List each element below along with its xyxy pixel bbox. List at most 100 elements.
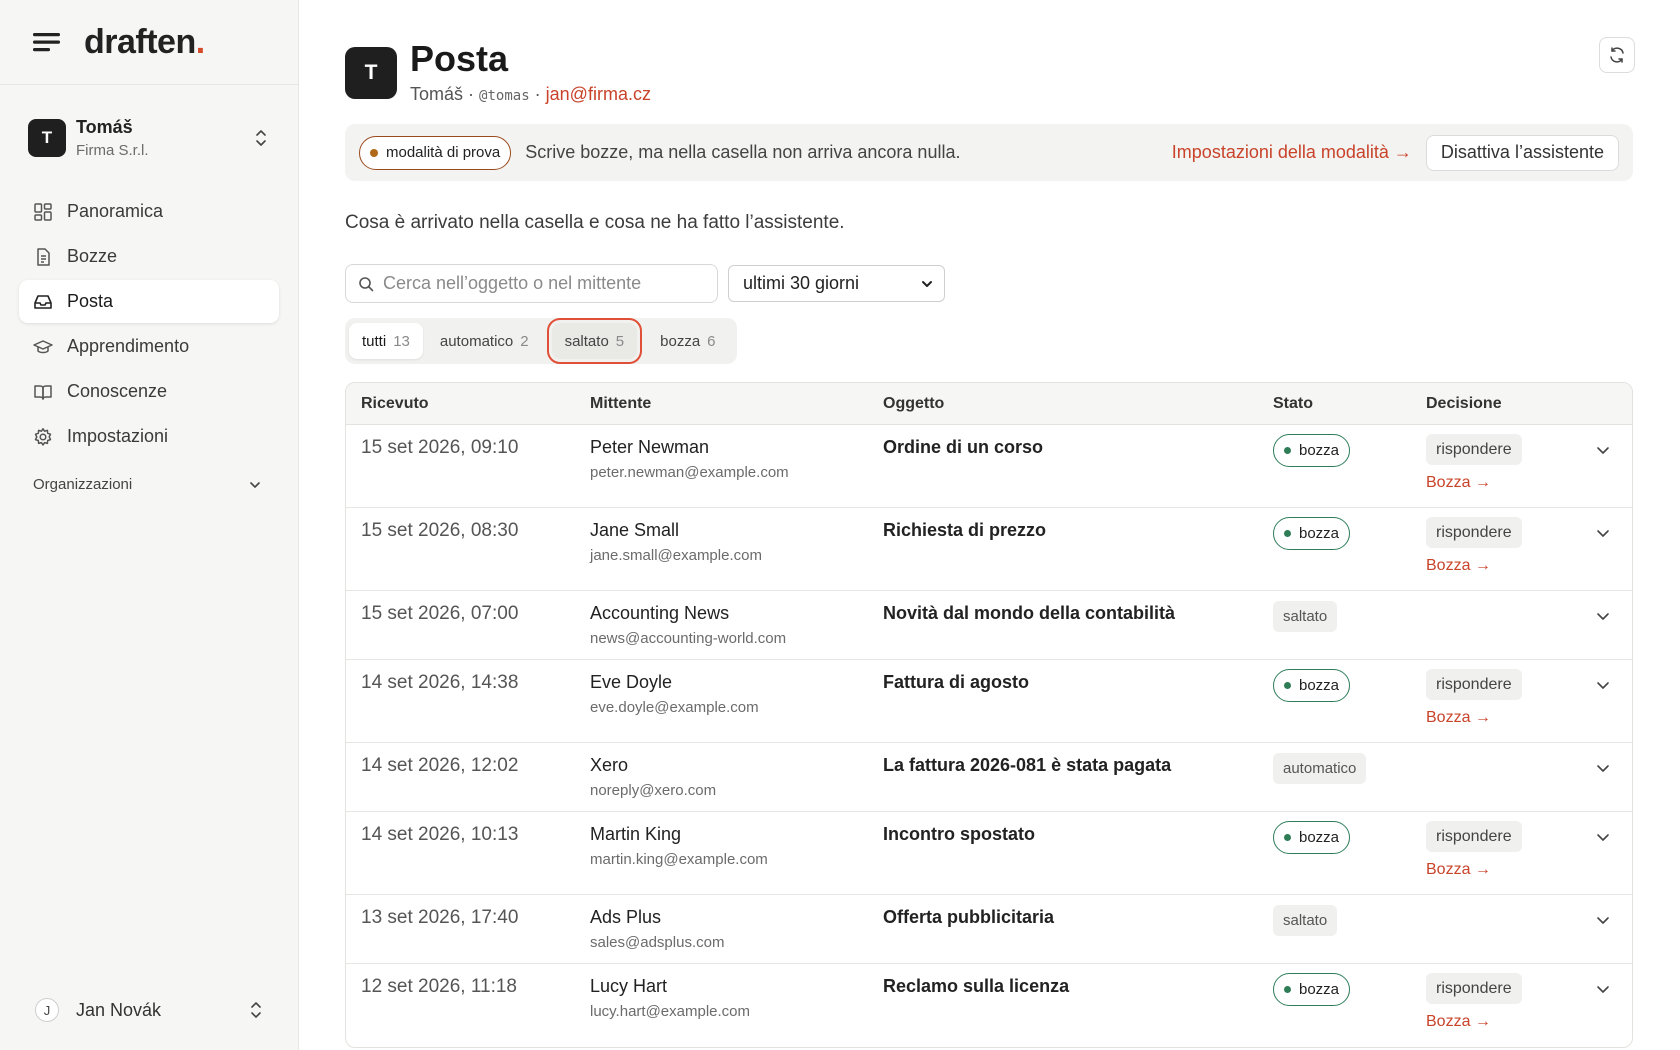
status-dot: [1284, 834, 1291, 841]
page-subtitle: Tomáš · @tomas · jan@firma.cz: [410, 84, 651, 105]
open-draft-link[interactable]: Bozza →: [1426, 861, 1522, 879]
user-menu[interactable]: J Jan Novák: [0, 970, 299, 1050]
open-draft-link[interactable]: Bozza →: [1426, 557, 1522, 575]
col-sender[interactable]: Mittente: [590, 395, 651, 413]
col-state[interactable]: Stato: [1273, 395, 1313, 413]
state-cell: automatico: [1273, 752, 1367, 784]
table-row[interactable]: 15 set 2026, 08:30 Jane Small jane.small…: [346, 508, 1632, 591]
status-badge: bozza: [1273, 434, 1351, 467]
sender: Lucy Hart lucy.hart@example.com: [590, 976, 750, 1020]
tab-all[interactable]: tutti 13: [349, 323, 423, 359]
sender-name: Ads Plus: [590, 907, 662, 927]
received-date: 12 set 2026, 11:18: [361, 976, 517, 997]
table-row[interactable]: 14 set 2026, 10:13 Martin King martin.ki…: [346, 812, 1632, 895]
table-row[interactable]: 13 set 2026, 17:40 Ads Plus sales@adsplu…: [346, 895, 1632, 964]
table-row[interactable]: 15 set 2026, 09:10 Peter Newman peter.ne…: [346, 425, 1632, 508]
workspace-avatar: T: [28, 118, 66, 157]
sender-name: Lucy Hart: [590, 976, 668, 996]
nav-item-label: Conoscenze: [67, 381, 168, 401]
col-subject[interactable]: Oggetto: [883, 395, 944, 413]
chevron-down-icon[interactable]: [1596, 526, 1610, 540]
sender: Xero noreply@xero.com: [590, 755, 716, 799]
subject: La fattura 2026-081 è stata pagata: [883, 755, 1172, 775]
nav-item-learning[interactable]: Apprendimento: [19, 325, 279, 368]
state-cell: saltato: [1273, 600, 1338, 632]
status-badge: bozza: [1273, 973, 1351, 1006]
sender-email: lucy.hart@example.com: [590, 1003, 751, 1020]
decision-cell: rispondere Bozza →: [1426, 669, 1522, 727]
search-input[interactable]: [383, 273, 703, 294]
mode-badge: modalità di prova: [359, 135, 512, 170]
tab-count: 13: [393, 332, 410, 350]
tab-skipped[interactable]: saltato 5: [546, 318, 643, 364]
nav-item-overview[interactable]: Panoramica: [19, 190, 279, 233]
brand-bar: draften.: [0, 0, 298, 85]
date-range-select[interactable]: ultimi 30 giorni: [728, 265, 945, 302]
state-cell: bozza: [1273, 669, 1351, 702]
organizations-label: Organizzazioni: [33, 476, 133, 493]
chevron-down-icon[interactable]: [1596, 830, 1610, 844]
disable-assistant-button[interactable]: Disattiva l’assistente: [1425, 134, 1619, 171]
owner-email[interactable]: jan@firma.cz: [546, 84, 651, 104]
workspace-switcher[interactable]: T Tomáš Firma S.r.l.: [0, 85, 298, 190]
chevron-down-icon[interactable]: [1596, 443, 1610, 457]
decision-cell: rispondere Bozza →: [1426, 517, 1522, 575]
sender-email: peter.newman@example.com: [590, 464, 789, 481]
open-draft-link[interactable]: Bozza →: [1426, 709, 1522, 727]
sender-email: eve.doyle@example.com: [590, 699, 759, 716]
nav-item-settings[interactable]: Impostazioni: [19, 415, 279, 458]
refresh-button[interactable]: [1599, 37, 1635, 73]
col-received[interactable]: Ricevuto: [361, 395, 429, 413]
logo[interactable]: draften.: [84, 23, 205, 62]
sender-email: martin.king@example.com: [590, 851, 768, 868]
mail-table: Ricevuto Mittente Oggetto Stato Decision…: [345, 382, 1633, 1048]
chevron-down-icon: [250, 481, 260, 488]
table-row[interactable]: 14 set 2026, 14:38 Eve Doyle eve.doyle@e…: [346, 660, 1632, 743]
chevron-down-icon[interactable]: [1596, 913, 1610, 927]
table-row[interactable]: 12 set 2026, 11:18 Lucy Hart lucy.hart@e…: [346, 964, 1632, 1047]
document-icon: [37, 247, 50, 266]
mode-label: modalità di prova: [386, 144, 501, 161]
nav-item-drafts[interactable]: Bozze: [19, 235, 279, 278]
chevron-down-icon[interactable]: [1596, 678, 1610, 692]
nav-item-inbox[interactable]: Posta: [19, 280, 279, 323]
mode-settings-link[interactable]: Impostazioni della modalità →: [1172, 142, 1412, 163]
nav-item-label: Panoramica: [67, 201, 164, 221]
tab-count: 2: [520, 332, 529, 350]
nav-item-knowledge[interactable]: Conoscenze: [19, 370, 279, 413]
chevron-down-icon[interactable]: [1596, 982, 1610, 996]
chevron-down-icon[interactable]: [1596, 609, 1610, 623]
status-badge: bozza: [1273, 821, 1351, 854]
table-row[interactable]: 15 set 2026, 07:00 Accounting News news@…: [346, 591, 1632, 660]
menu-icon[interactable]: [33, 32, 60, 52]
status-label: bozza: [1299, 677, 1340, 694]
book-icon: [34, 384, 52, 400]
search-icon: [359, 276, 374, 291]
organizations-toggle[interactable]: Organizzazioni: [0, 476, 298, 493]
separator: ·: [468, 84, 475, 104]
subject: Fattura di agosto: [883, 672, 1030, 692]
refresh-icon: [1610, 47, 1624, 63]
sender-name: Xero: [590, 755, 629, 775]
sender-name: Eve Doyle: [590, 672, 673, 692]
sender-name: Jane Small: [590, 520, 680, 540]
open-draft-link[interactable]: Bozza →: [1426, 1013, 1522, 1031]
subject: Reclamo sulla licenza: [883, 976, 1070, 996]
open-draft-link[interactable]: Bozza →: [1426, 474, 1522, 492]
gear-icon: [34, 427, 52, 446]
subject: Richiesta di prezzo: [883, 520, 1047, 540]
tab-label: tutti: [362, 332, 387, 350]
status-dot: [1284, 986, 1291, 993]
table-row[interactable]: 14 set 2026, 12:02 Xero noreply@xero.com…: [346, 743, 1632, 812]
sender: Accounting News news@accounting-world.co…: [590, 603, 786, 647]
decision-chip: rispondere: [1426, 434, 1522, 465]
subject: Novità dal mondo della contabilità: [883, 603, 1176, 623]
separator: ·: [534, 84, 541, 104]
sender-name: Peter Newman: [590, 437, 710, 457]
tab-automatic[interactable]: automatico 2: [427, 323, 542, 359]
col-decision[interactable]: Decisione: [1426, 395, 1502, 413]
chevron-down-icon[interactable]: [1596, 761, 1610, 775]
decision-cell: rispondere Bozza →: [1426, 973, 1522, 1031]
grid-icon: [34, 202, 52, 221]
tab-draft[interactable]: bozza 6: [647, 323, 728, 359]
